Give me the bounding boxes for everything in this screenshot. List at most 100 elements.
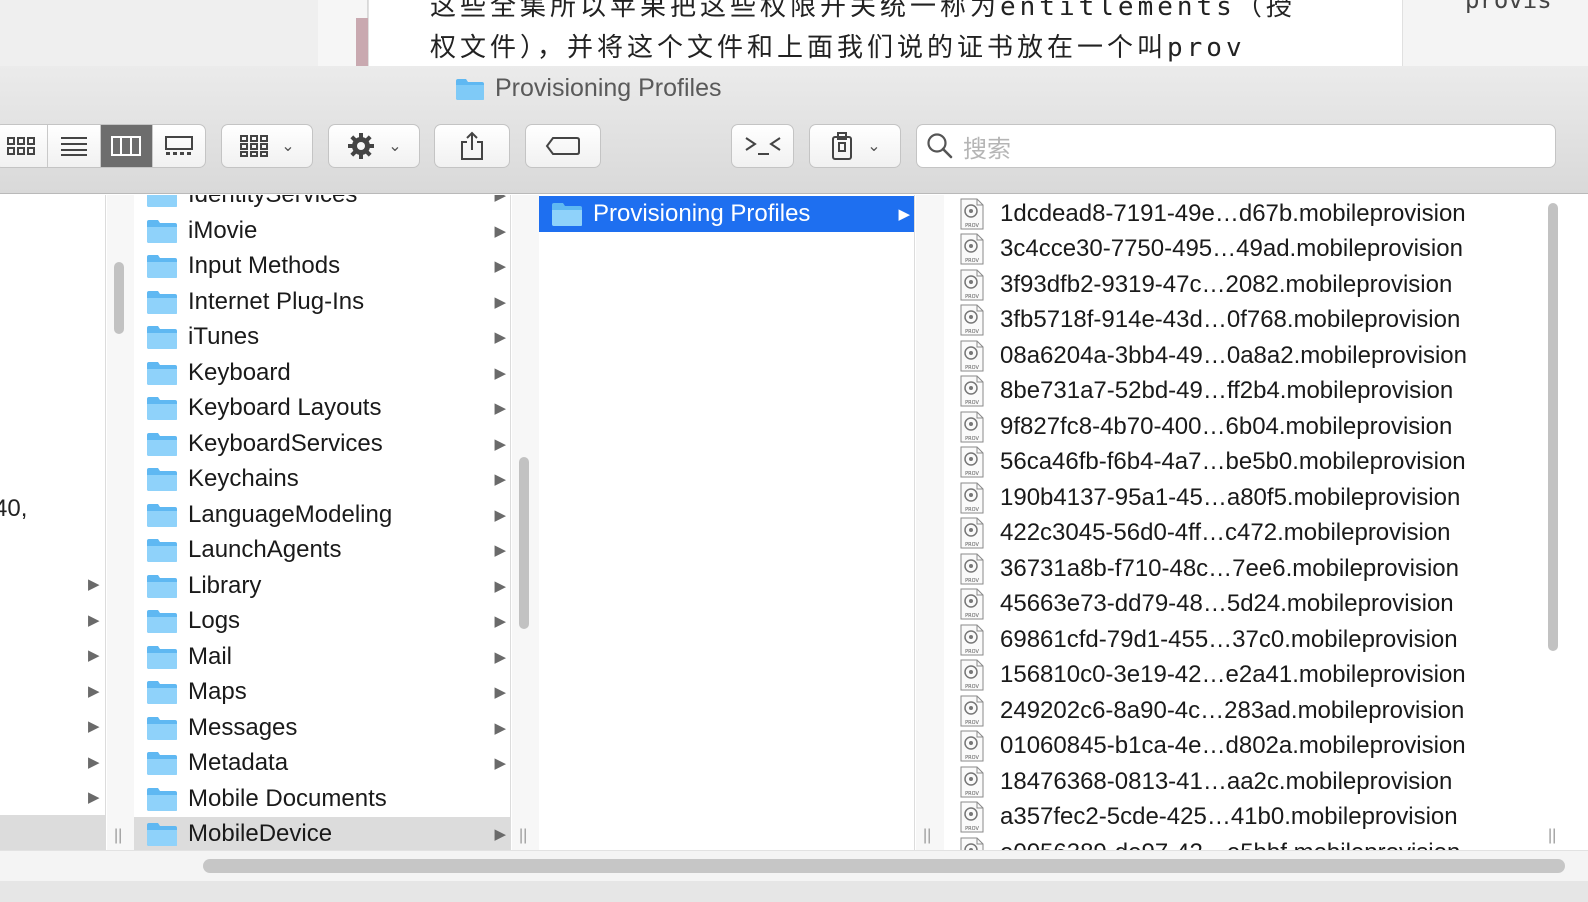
disclosure-arrow-icon[interactable]: ▶: [88, 611, 100, 629]
column-0[interactable]: 40, ▶▶▶▶▶▶▶▶: [0, 195, 106, 850]
file-row[interactable]: PROV 190b4137-95a1-45…a80f5.mobileprovisi…: [944, 480, 1544, 516]
column-view-button[interactable]: [100, 125, 154, 167]
file-row[interactable]: PROV a357fec2-5cde-425…41b0.mobileprovisi…: [944, 800, 1544, 836]
icon-view-button[interactable]: [0, 125, 48, 167]
file-row[interactable]: PROV 08a6204a-3bb4-49…0a8a2.mobileprovisi…: [944, 338, 1544, 374]
file-name: 422c3045-56d0-4ff…c472.mobileprovision: [1000, 519, 1451, 547]
column-1[interactable]: IdentityServices ▶ iMovie▶Input Methods▶In…: [134, 195, 511, 850]
action-menu-button[interactable]: ⌄: [328, 124, 420, 168]
disclosure-arrow-icon[interactable]: ▶: [88, 646, 100, 664]
file-row[interactable]: PROV 69861cfd-79d1-455…37c0.mobileprovisi…: [944, 622, 1544, 658]
file-row[interactable]: PROV 18476368-0813-41…aa2c.mobileprovisio…: [944, 764, 1544, 800]
list-view-button[interactable]: [48, 125, 101, 167]
file-row[interactable]: PROV 156810c0-3e19-42…e2a41.mobileprovisi…: [944, 658, 1544, 694]
column-resize-handle[interactable]: ||: [1548, 827, 1556, 845]
disclosure-arrow-icon: ▶: [494, 329, 506, 347]
column-0-scrollbar[interactable]: [114, 262, 124, 334]
folder-row[interactable]: Keychains ▶: [134, 462, 510, 498]
folder-row[interactable]: Messages ▶: [134, 710, 510, 746]
file-badge: PROV: [965, 613, 979, 619]
column-resize-handle[interactable]: ||: [923, 827, 931, 845]
file-name: 3f93dfb2-9319-47c…2082.mobileprovision: [1000, 270, 1453, 298]
folder-icon: [147, 468, 177, 492]
file-badge: PROV: [965, 826, 979, 832]
column-2[interactable]: Provisioning Profiles ▶: [539, 195, 915, 850]
terminal-button[interactable]: [731, 124, 794, 168]
provisioning-profile-file-icon: PROV: [960, 588, 984, 620]
column-1-scrollbar[interactable]: [519, 457, 529, 629]
file-name: 08a6204a-3bb4-49…0a8a2.mobileprovision: [1000, 341, 1468, 369]
folder-name: LanguageModeling: [188, 500, 393, 528]
folder-row[interactable]: Internet Plug-Ins ▶: [134, 284, 510, 320]
finder-window: Provisioning Profiles ⌄ ⌄ ⌄ 搜索 0, ▶ ▶ ▶ …: [0, 66, 1588, 902]
disclosure-arrow-icon[interactable]: ▶: [88, 788, 100, 806]
folder-row[interactable]: Keyboard ▶: [134, 355, 510, 391]
disclosure-arrow-icon[interactable]: ▶: [88, 753, 100, 771]
chevron-down-icon: ⌄: [867, 138, 881, 155]
disclosure-arrow-icon: ▶: [494, 195, 506, 205]
background-panel-left: [0, 0, 318, 66]
file-name: 36731a8b-f710-48c…7ee6.mobileprovision: [1000, 554, 1459, 582]
folder-row[interactable]: IdentityServices ▶: [134, 195, 510, 213]
disclosure-arrow-icon[interactable]: ▶: [88, 717, 100, 735]
folder-row[interactable]: MobileDevice ▶: [134, 816, 510, 850]
file-row[interactable]: PROV 1dcdead8-7191-49e…d67b.mobileprovisi…: [944, 196, 1544, 232]
view-mode-control[interactable]: [0, 124, 206, 168]
file-row[interactable]: PROV 01060845-b1ca-4e…d802a.mobileprovisi…: [944, 729, 1544, 765]
folder-row[interactable]: iMovie ▶: [134, 213, 510, 249]
file-name: 18476368-0813-41…aa2c.mobileprovision: [1000, 767, 1453, 795]
folder-icon: [456, 78, 484, 100]
file-name: 45663e73-dd79-48…5d24.mobileprovision: [1000, 590, 1454, 618]
folder-row[interactable]: KeyboardServices ▶: [134, 426, 510, 462]
device-menu-button[interactable]: ⌄: [809, 124, 901, 168]
group-by-button[interactable]: ⌄: [221, 124, 313, 168]
folder-row[interactable]: Keyboard Layouts ▶: [134, 391, 510, 427]
horizontal-scrollbar-thumb[interactable]: [203, 859, 1565, 873]
column-resize-handle[interactable]: ||: [519, 827, 527, 845]
file-row[interactable]: PROV 422c3045-56d0-4ff…c472.mobileprovisi…: [944, 516, 1544, 552]
column-resize-handle[interactable]: ||: [114, 827, 122, 845]
folder-row[interactable]: Maps ▶: [134, 675, 510, 711]
disclosure-arrow-icon[interactable]: ▶: [88, 575, 100, 593]
file-row[interactable]: PROV 45663e73-dd79-48…5d24.mobileprovisio…: [944, 587, 1544, 623]
provisioning-profile-file-icon: PROV: [960, 517, 984, 549]
column-3[interactable]: PROV 1dcdead8-7191-49e…d67b.mobileprovisi…: [944, 195, 1544, 850]
folder-name: Keyboard: [188, 358, 291, 386]
tags-button[interactable]: [525, 124, 601, 168]
gallery-view-button[interactable]: [153, 125, 205, 167]
background-text-fragment: provis: [1465, 0, 1552, 14]
file-row[interactable]: PROV 8be731a7-52bd-49…ff2b4.mobileprovisi…: [944, 374, 1544, 410]
folder-icon: [147, 397, 177, 421]
folder-row[interactable]: LanguageModeling ▶: [134, 497, 510, 533]
file-row[interactable]: PROV e0056389-de97-42…e5bbf.mobileprovisi…: [944, 835, 1544, 850]
folder-row[interactable]: iTunes ▶: [134, 320, 510, 356]
background-thumbnail: [356, 18, 368, 66]
file-row[interactable]: PROV 3fb5718f-914e-43d…0f768.mobileprovis…: [944, 303, 1544, 339]
file-row[interactable]: PROV 36731a8b-f710-48c…7ee6.mobileprovisi…: [944, 551, 1544, 587]
disclosure-arrow-icon[interactable]: ▶: [88, 682, 100, 700]
folder-row[interactable]: Mail ▶: [134, 639, 510, 675]
folder-row[interactable]: Metadata ▶: [134, 746, 510, 782]
folder-row[interactable]: Input Methods ▶: [134, 249, 510, 285]
icon-view-icon: [6, 137, 35, 155]
background-document: 这些全集所以苹果把这些权限开关统一称为entitlements（授 权文件），并…: [0, 0, 1588, 66]
folder-name: KeyboardServices: [188, 429, 383, 457]
file-row[interactable]: PROV 3c4cce30-7750-495…49ad.mobileprovisi…: [944, 232, 1544, 268]
folder-icon: [147, 823, 177, 847]
file-row[interactable]: PROV 56ca46fb-f6b4-4a7…be5b0.mobileprovis…: [944, 445, 1544, 481]
folder-row-provisioning-profiles[interactable]: Provisioning Profiles ▶: [539, 196, 914, 232]
folder-row[interactable]: Library ▶: [134, 568, 510, 604]
folder-row[interactable]: Mobile Documents: [134, 781, 510, 817]
column-0-selected-row[interactable]: [0, 815, 105, 850]
share-button[interactable]: [434, 124, 510, 168]
file-row[interactable]: PROV 249202c6-8a90-4c…283ad.mobileprovisi…: [944, 693, 1544, 729]
search-field[interactable]: 搜索: [916, 124, 1556, 168]
folder-name: IdentityServices: [188, 195, 357, 209]
file-row[interactable]: PROV 9f827fc8-4b70-400…6b04.mobileprovisi…: [944, 409, 1544, 445]
folder-name: Internet Plug-Ins: [188, 287, 365, 315]
folder-row[interactable]: LaunchAgents ▶: [134, 533, 510, 569]
column-3-scrollbar[interactable]: [1548, 203, 1558, 651]
folder-row[interactable]: Logs ▶: [134, 604, 510, 640]
gallery-view-icon: [165, 136, 194, 155]
file-row[interactable]: PROV 3f93dfb2-9319-47c…2082.mobileprovisi…: [944, 267, 1544, 303]
